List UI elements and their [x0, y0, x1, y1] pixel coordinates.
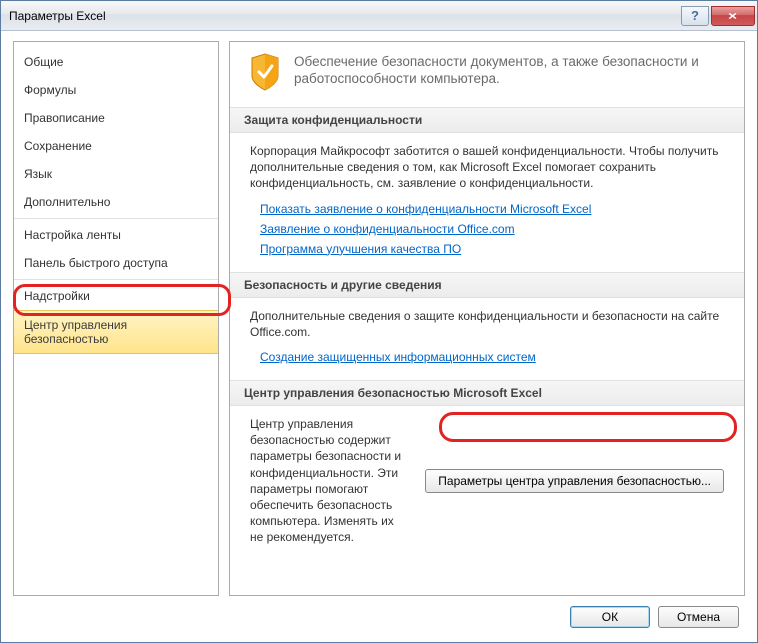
shield-icon	[248, 52, 282, 95]
trust-row: Центр управления безопасностью содержит …	[250, 416, 724, 546]
link-ceip[interactable]: Программа улучшения качества ПО	[260, 242, 724, 256]
options-dialog: Параметры Excel ? × Общие Формулы Правоп…	[0, 0, 758, 643]
dialog-footer: ОК Отмена	[1, 600, 757, 642]
privacy-body: Корпорация Майкрософт заботится о вашей …	[230, 133, 744, 272]
link-trustworthy[interactable]: Создание защищенных информационных систе…	[260, 350, 724, 364]
close-button[interactable]: ×	[711, 6, 755, 26]
trust-body: Центр управления безопасностью содержит …	[230, 406, 744, 562]
sidebar-item-quick-access[interactable]: Панель быстрого доступа	[14, 249, 218, 277]
sidebar-item-proofing[interactable]: Правописание	[14, 104, 218, 132]
window-title: Параметры Excel	[9, 9, 679, 23]
sidebar-item-formulas[interactable]: Формулы	[14, 76, 218, 104]
sidebar-separator	[14, 218, 218, 219]
sidebar-item-language[interactable]: Язык	[14, 160, 218, 188]
titlebar: Параметры Excel ? ×	[1, 1, 757, 31]
security-header: Безопасность и другие сведения	[230, 272, 744, 298]
sidebar-item-save[interactable]: Сохранение	[14, 132, 218, 160]
sidebar-item-general[interactable]: Общие	[14, 48, 218, 76]
help-icon: ?	[691, 8, 699, 23]
security-text: Дополнительные сведения о защите конфиде…	[250, 308, 724, 340]
sidebar-item-advanced[interactable]: Дополнительно	[14, 188, 218, 216]
privacy-links: Показать заявление о конфиденциальности …	[250, 202, 724, 256]
content-panel: Обеспечение безопасности документов, а т…	[229, 41, 745, 596]
intro-text: Обеспечение безопасности документов, а т…	[294, 52, 724, 95]
cancel-button[interactable]: Отмена	[658, 606, 739, 628]
help-button[interactable]: ?	[681, 6, 709, 26]
security-body: Дополнительные сведения о защите конфиде…	[230, 298, 744, 380]
trust-center-settings-button[interactable]: Параметры центра управления безопасность…	[425, 469, 724, 493]
dialog-body: Общие Формулы Правописание Сохранение Яз…	[1, 31, 757, 600]
sidebar-separator	[14, 279, 218, 280]
link-privacy-excel[interactable]: Показать заявление о конфиденциальности …	[260, 202, 724, 216]
ok-button[interactable]: ОК	[570, 606, 650, 628]
intro-row: Обеспечение безопасности документов, а т…	[230, 52, 744, 107]
link-privacy-office[interactable]: Заявление о конфиденциальности Office.co…	[260, 222, 724, 236]
trust-header: Центр управления безопасностью Microsoft…	[230, 380, 744, 406]
sidebar-item-customize-ribbon[interactable]: Настройка ленты	[14, 221, 218, 249]
privacy-header: Защита конфиденциальности	[230, 107, 744, 133]
sidebar-item-addins[interactable]: Надстройки	[14, 282, 218, 310]
close-icon: ×	[728, 9, 737, 23]
trust-text: Центр управления безопасностью содержит …	[250, 416, 405, 546]
privacy-text: Корпорация Майкрософт заботится о вашей …	[250, 143, 724, 192]
titlebar-buttons: ? ×	[679, 6, 755, 26]
sidebar-item-trust-center[interactable]: Центр управления безопасностью	[14, 310, 218, 354]
options-sidebar: Общие Формулы Правописание Сохранение Яз…	[13, 41, 219, 596]
security-links: Создание защищенных информационных систе…	[250, 350, 724, 364]
